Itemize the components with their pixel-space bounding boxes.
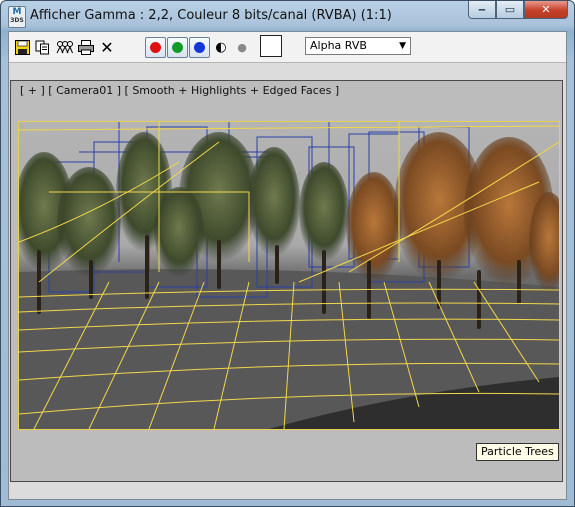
viewport-label: [ + ] [ Camera01 ] [ Smooth + Highlights… (20, 84, 340, 97)
channel-dropdown[interactable]: Alpha RVB ▼ (305, 37, 411, 55)
copy-icon (35, 40, 49, 54)
close-icon: ✕ (541, 3, 551, 16)
save-button[interactable] (13, 38, 31, 56)
clone-icon (56, 40, 73, 53)
maximize-icon: ▭ (504, 3, 516, 16)
copy-button[interactable] (33, 38, 51, 56)
3dsmax-app-icon[interactable]: M 3DS (8, 6, 26, 28)
clear-icon: ✕ (100, 37, 114, 57)
window-title: Afficher Gamma : 2,2, Couleur 8 bits/can… (30, 8, 392, 23)
app-icon-sublabel: 3DS (10, 17, 24, 24)
clone-button[interactable] (55, 38, 73, 56)
alpha-channel-icon: ◐ (215, 39, 227, 55)
rendered-image[interactable] (18, 121, 560, 430)
image-viewer-window: M 3DS Afficher Gamma : 2,2, Couleur 8 bi… (0, 0, 575, 507)
blue-channel-icon (194, 42, 205, 53)
object-name-tag: Particle Trees (476, 443, 559, 461)
green-channel-icon (172, 42, 183, 53)
print-button[interactable] (77, 38, 95, 56)
trees-group (19, 132, 559, 292)
save-icon (14, 39, 30, 55)
green-channel-toggle[interactable] (167, 37, 188, 58)
minimize-icon: ‒ (478, 3, 486, 16)
monochrome-button[interactable]: ● (233, 38, 251, 56)
close-button[interactable]: ✕ (524, 1, 568, 19)
channel-dropdown-value: Alpha RVB (310, 39, 367, 52)
color-swatch[interactable] (260, 35, 282, 57)
print-icon (78, 39, 94, 55)
window-client-area: ✕ ◐ ● Alpha RVB ▼ [ + ] [Camera01] [S… (8, 31, 567, 500)
monochrome-icon: ● (237, 40, 247, 54)
rendered-frame-area: [ + ] [ Camera01 ] [ Smooth + Highlights… (10, 80, 563, 482)
minimize-button[interactable]: ‒ (468, 1, 496, 19)
blue-channel-toggle[interactable] (189, 37, 210, 58)
red-channel-toggle[interactable] (145, 37, 166, 58)
chevron-down-icon: ▼ (399, 41, 406, 51)
rendered-scene (19, 122, 559, 429)
maximize-button[interactable]: ▭ (496, 1, 524, 19)
window-controls: ‒ ▭ ✕ (468, 1, 568, 19)
title-bar[interactable]: M 3DS Afficher Gamma : 2,2, Couleur 8 bi… (1, 1, 574, 31)
display-alpha-button[interactable]: ◐ (212, 38, 230, 56)
app-icon-letter: M (12, 7, 22, 17)
clear-button[interactable]: ✕ (98, 37, 116, 57)
toolbar: ✕ ◐ ● Alpha RVB ▼ (9, 32, 566, 63)
red-channel-icon (150, 42, 161, 53)
